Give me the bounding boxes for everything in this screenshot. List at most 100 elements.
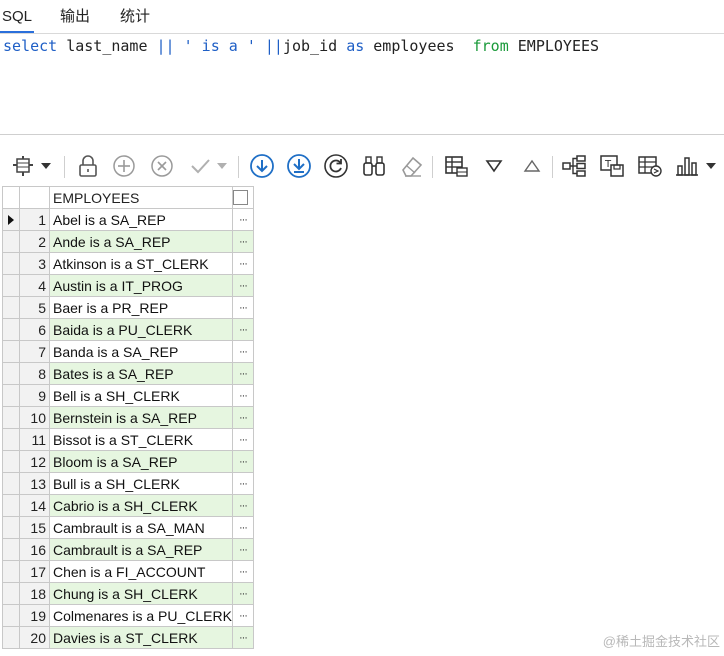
cell-ellipsis-button[interactable]: ··· xyxy=(231,208,254,231)
table-row[interactable]: 1 Abel is a SA_REP ··· xyxy=(2,208,254,231)
cell-ellipsis-button[interactable]: ··· xyxy=(231,538,254,561)
column-header-employees[interactable]: EMPLOYEES xyxy=(49,186,233,209)
table-row[interactable]: 20 Davies is a ST_CLERK ··· xyxy=(2,626,254,649)
table-row[interactable]: 17 Chen is a FI_ACCOUNT ··· xyxy=(2,560,254,583)
row-indicator[interactable] xyxy=(2,494,20,517)
cell-employees[interactable]: Abel is a SA_REP xyxy=(49,208,233,231)
row-indicator[interactable] xyxy=(2,362,20,385)
remove-icon[interactable] xyxy=(148,152,176,180)
eraser-icon[interactable] xyxy=(398,152,426,180)
table-view-icon[interactable] xyxy=(442,152,470,180)
cell-employees[interactable]: Bissot is a ST_CLERK xyxy=(49,428,233,451)
row-indicator[interactable] xyxy=(2,428,20,451)
table-row[interactable]: 3 Atkinson is a ST_CLERK ··· xyxy=(2,252,254,275)
lock-icon[interactable] xyxy=(74,152,102,180)
corner-cell[interactable] xyxy=(2,186,20,209)
check-icon[interactable] xyxy=(186,152,214,180)
sql-editor[interactable]: select last_name || ' is a ' ||job_id as… xyxy=(0,34,724,134)
cell-ellipsis-button[interactable]: ··· xyxy=(231,296,254,319)
cell-ellipsis-button[interactable]: ··· xyxy=(231,252,254,275)
cell-employees[interactable]: Ande is a SA_REP xyxy=(49,230,233,253)
table-row[interactable]: 7 Banda is a SA_REP ··· xyxy=(2,340,254,363)
table-row[interactable]: 8 Bates is a SA_REP ··· xyxy=(2,362,254,385)
row-indicator[interactable] xyxy=(2,516,20,539)
row-indicator[interactable] xyxy=(2,252,20,275)
row-indicator[interactable] xyxy=(2,538,20,561)
cell-ellipsis-button[interactable]: ··· xyxy=(231,428,254,451)
cell-ellipsis-button[interactable]: ··· xyxy=(231,362,254,385)
table-row[interactable]: 4 Austin is a IT_PROG ··· xyxy=(2,274,254,297)
table-row[interactable]: 5 Baer is a PR_REP ··· xyxy=(2,296,254,319)
chevron-down-icon[interactable] xyxy=(38,152,54,180)
cell-employees[interactable]: Cambrault is a SA_MAN xyxy=(49,516,233,539)
row-indicator[interactable] xyxy=(2,626,20,649)
cell-employees[interactable]: Colmenares is a PU_CLERK xyxy=(49,604,233,627)
cell-ellipsis-button[interactable]: ··· xyxy=(231,230,254,253)
row-indicator[interactable] xyxy=(2,450,20,473)
chart-icon[interactable] xyxy=(673,152,701,180)
row-indicator[interactable] xyxy=(2,604,20,627)
table-row[interactable]: 13 Bull is a SH_CLERK ··· xyxy=(2,472,254,495)
fetch-next-icon[interactable] xyxy=(248,152,276,180)
table-row[interactable]: 12 Bloom is a SA_REP ··· xyxy=(2,450,254,473)
row-indicator[interactable] xyxy=(2,406,20,429)
add-icon[interactable] xyxy=(110,152,138,180)
table-row[interactable]: 11 Bissot is a ST_CLERK ··· xyxy=(2,428,254,451)
table-export-icon[interactable] xyxy=(636,152,664,180)
cell-employees[interactable]: Atkinson is a ST_CLERK xyxy=(49,252,233,275)
cell-ellipsis-button[interactable]: ··· xyxy=(231,604,254,627)
cell-employees[interactable]: Baer is a PR_REP xyxy=(49,296,233,319)
tab-statistics[interactable]: 统计 xyxy=(120,0,150,33)
cell-ellipsis-button[interactable]: ··· xyxy=(231,582,254,605)
grid-layout-icon[interactable] xyxy=(10,152,38,180)
table-row[interactable]: 18 Chung is a SH_CLERK ··· xyxy=(2,582,254,605)
row-indicator[interactable] xyxy=(2,318,20,341)
cell-ellipsis-button[interactable]: ··· xyxy=(231,450,254,473)
cell-employees[interactable]: Bernstein is a SA_REP xyxy=(49,406,233,429)
table-row[interactable]: 6 Baida is a PU_CLERK ··· xyxy=(2,318,254,341)
cell-employees[interactable]: Baida is a PU_CLERK xyxy=(49,318,233,341)
cell-employees[interactable]: Chung is a SH_CLERK xyxy=(49,582,233,605)
cell-ellipsis-button[interactable]: ··· xyxy=(231,626,254,649)
chevron-down-icon[interactable] xyxy=(214,152,230,180)
filter-up-icon[interactable] xyxy=(518,152,546,180)
export-icon[interactable]: T xyxy=(598,152,626,180)
cell-ellipsis-button[interactable]: ··· xyxy=(231,494,254,517)
cell-ellipsis-button[interactable]: ··· xyxy=(231,274,254,297)
cell-employees[interactable]: Bloom is a SA_REP xyxy=(49,450,233,473)
row-indicator[interactable] xyxy=(2,384,20,407)
table-row[interactable]: 10 Bernstein is a SA_REP ··· xyxy=(2,406,254,429)
cell-ellipsis-button[interactable]: ··· xyxy=(231,384,254,407)
refresh-icon[interactable] xyxy=(322,152,350,180)
row-indicator[interactable] xyxy=(2,560,20,583)
table-row[interactable]: 19 Colmenares is a PU_CLERK ··· xyxy=(2,604,254,627)
tab-sql[interactable]: SQL xyxy=(0,0,35,33)
column-filter-box[interactable] xyxy=(231,186,254,209)
row-indicator[interactable] xyxy=(2,296,20,319)
table-row[interactable]: 14 Cabrio is a SH_CLERK ··· xyxy=(2,494,254,517)
cell-employees[interactable]: Chen is a FI_ACCOUNT xyxy=(49,560,233,583)
row-indicator[interactable] xyxy=(2,340,20,363)
splitter[interactable] xyxy=(0,134,724,135)
row-indicator[interactable] xyxy=(2,582,20,605)
table-row[interactable]: 2 Ande is a SA_REP ··· xyxy=(2,230,254,253)
cell-ellipsis-button[interactable]: ··· xyxy=(231,406,254,429)
table-row[interactable]: 15 Cambrault is a SA_MAN ··· xyxy=(2,516,254,539)
cell-employees[interactable]: Bull is a SH_CLERK xyxy=(49,472,233,495)
cell-ellipsis-button[interactable]: ··· xyxy=(231,318,254,341)
binoculars-icon[interactable] xyxy=(360,152,388,180)
table-row[interactable]: 9 Bell is a SH_CLERK ··· xyxy=(2,384,254,407)
cell-ellipsis-button[interactable]: ··· xyxy=(231,560,254,583)
tree-icon[interactable] xyxy=(560,152,588,180)
cell-ellipsis-button[interactable]: ··· xyxy=(231,340,254,363)
cell-employees[interactable]: Banda is a SA_REP xyxy=(49,340,233,363)
cell-ellipsis-button[interactable]: ··· xyxy=(231,472,254,495)
filter-down-icon[interactable] xyxy=(480,152,508,180)
table-row[interactable]: 16 Cambrault is a SA_REP ··· xyxy=(2,538,254,561)
row-indicator[interactable] xyxy=(2,208,20,231)
cell-employees[interactable]: Bell is a SH_CLERK xyxy=(49,384,233,407)
tab-output[interactable]: 输出 xyxy=(60,0,90,33)
chevron-down-icon[interactable] xyxy=(703,152,719,180)
row-indicator[interactable] xyxy=(2,274,20,297)
cell-employees[interactable]: Cambrault is a SA_REP xyxy=(49,538,233,561)
